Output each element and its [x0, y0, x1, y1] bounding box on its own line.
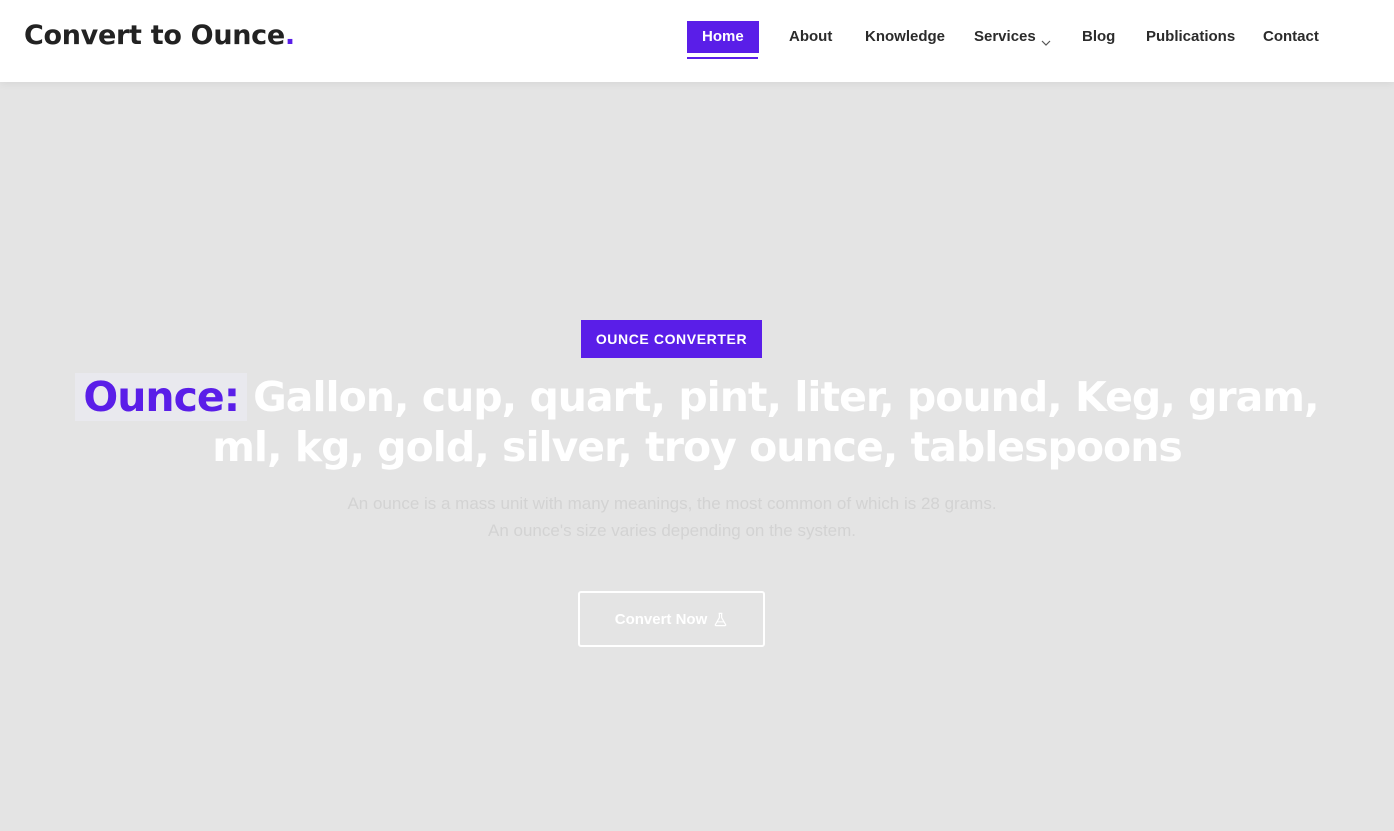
- nav-item-services-label: Services: [974, 28, 1036, 45]
- convert-now-label: Convert Now: [614, 610, 708, 628]
- nav-item-contact[interactable]: Contact: [1263, 21, 1319, 53]
- hero-badge: OUNCE CONVERTER: [581, 320, 762, 358]
- nav-item-knowledge[interactable]: Knowledge: [865, 21, 945, 53]
- flask-icon: [714, 612, 727, 626]
- hero-description: An ounce is a mass unit with many meanin…: [347, 494, 997, 540]
- nav-item-publications[interactable]: Publications: [1146, 21, 1235, 53]
- headline-accent: Ounce:: [75, 373, 248, 421]
- chevron-down-icon: [1040, 29, 1052, 46]
- main-nav: Home About Knowledge Services Blog Publi…: [0, 21, 1394, 61]
- nav-item-home[interactable]: Home: [687, 21, 759, 53]
- headline-units: Gallon, cup, quart, pint, liter, pound, …: [212, 373, 1319, 471]
- convert-now-button[interactable]: Convert Now: [578, 591, 765, 647]
- active-nav-underline: [687, 57, 758, 59]
- site-header: Convert to Ounce. Home About Knowledge S…: [0, 0, 1394, 82]
- nav-item-about[interactable]: About: [789, 21, 832, 53]
- hero-headline: Ounce: Gallon, cup, quart, pint, liter, p…: [40, 372, 1354, 472]
- nav-item-services[interactable]: Services: [974, 21, 1052, 53]
- nav-item-blog[interactable]: Blog: [1082, 21, 1115, 53]
- hero-section: OUNCE CONVERTER Ounce: Gallon, cup, quart…: [0, 82, 1394, 831]
